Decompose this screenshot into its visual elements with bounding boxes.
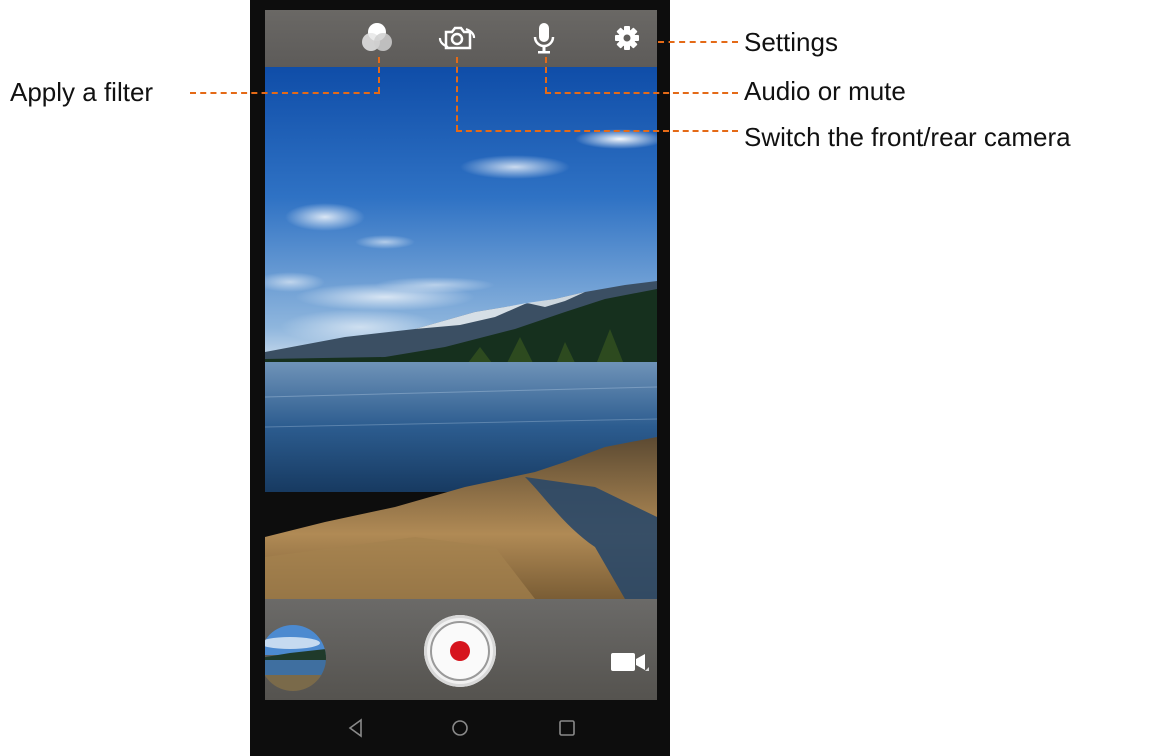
camera-toolbar <box>265 10 657 67</box>
audio-callout-line <box>545 92 738 94</box>
audio-callout-line-vertical <box>545 57 547 93</box>
viewfinder[interactable] <box>265 67 657 599</box>
home-icon[interactable] <box>448 716 472 740</box>
camera-screen <box>265 10 657 700</box>
settings-callout-line <box>658 41 738 43</box>
filter-callout-line-vertical <box>378 57 380 93</box>
record-button-ring <box>430 621 490 681</box>
back-icon[interactable] <box>344 716 368 740</box>
filter-callout-line <box>190 92 380 94</box>
gallery-thumbnail[interactable] <box>265 625 326 691</box>
record-button[interactable] <box>424 615 496 687</box>
gear-icon[interactable] <box>607 18 647 58</box>
switch-camera-label: Switch the front/rear camera <box>744 122 1071 152</box>
switch-camera-icon[interactable] <box>437 18 477 58</box>
filter-label: Apply a filter <box>10 77 154 107</box>
filter-icon[interactable] <box>357 18 397 58</box>
switch-camera-callout-line <box>456 130 738 132</box>
record-dot <box>450 641 470 661</box>
recents-icon[interactable] <box>555 716 579 740</box>
settings-label: Settings <box>744 27 838 57</box>
video-camera-icon[interactable] <box>609 647 649 677</box>
microphone-icon[interactable] <box>524 18 564 58</box>
audio-label: Audio or mute <box>744 76 906 106</box>
camera-controls <box>265 599 657 700</box>
switch-camera-callout-line-vertical <box>456 57 458 131</box>
system-navigation-bar <box>250 700 670 756</box>
